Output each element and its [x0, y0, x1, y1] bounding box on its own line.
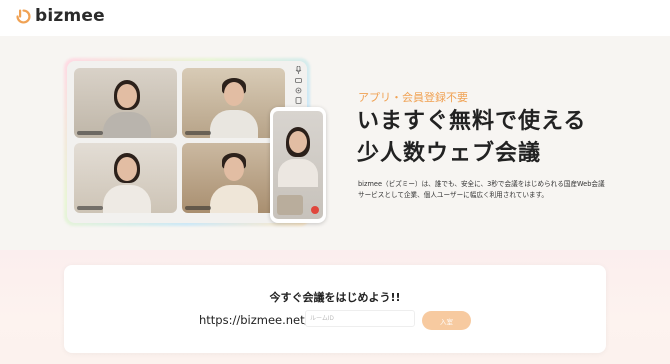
headline-line-2: 少人数ウェブ会議: [357, 141, 542, 166]
brand-name: bizmee: [35, 6, 105, 26]
mic-icon: [295, 66, 301, 74]
join-title: 今すぐ会議をはじめよう!!: [269, 291, 401, 304]
camera-icon: [294, 78, 302, 83]
end-call-icon: [311, 206, 319, 214]
video-tile: [74, 143, 177, 213]
self-view-thumbnail: [277, 195, 303, 215]
hero-description: bizmee（ビズミー）は、誰でも、安全に、3秒で会議をはじめられる国産Web会…: [358, 180, 605, 199]
phone-illustration: [270, 107, 326, 223]
join-button[interactable]: 入室: [422, 311, 471, 330]
phone-video: [273, 111, 323, 219]
settings-icon: [295, 87, 301, 94]
screen-icon: [295, 97, 301, 104]
bizmee-logo-icon: [16, 8, 31, 24]
call-side-controls: [293, 66, 303, 110]
hero-headline: いますぐ無料で使える 少人数ウェブ会議: [357, 106, 586, 170]
video-tile: [74, 68, 177, 138]
room-url-prefix: https://bizmee.net/: [199, 313, 309, 327]
room-id-input[interactable]: [305, 310, 415, 327]
headline-line-1: いますぐ無料で使える: [357, 109, 587, 134]
logo-link[interactable]: bizmee: [15, 6, 105, 26]
join-card: 今すぐ会議をはじめよう!! https://bizmee.net/ 入室: [64, 265, 606, 353]
hero-tagline: アプリ・会員登録不要: [358, 91, 468, 104]
site-header: bizmee: [0, 0, 670, 36]
